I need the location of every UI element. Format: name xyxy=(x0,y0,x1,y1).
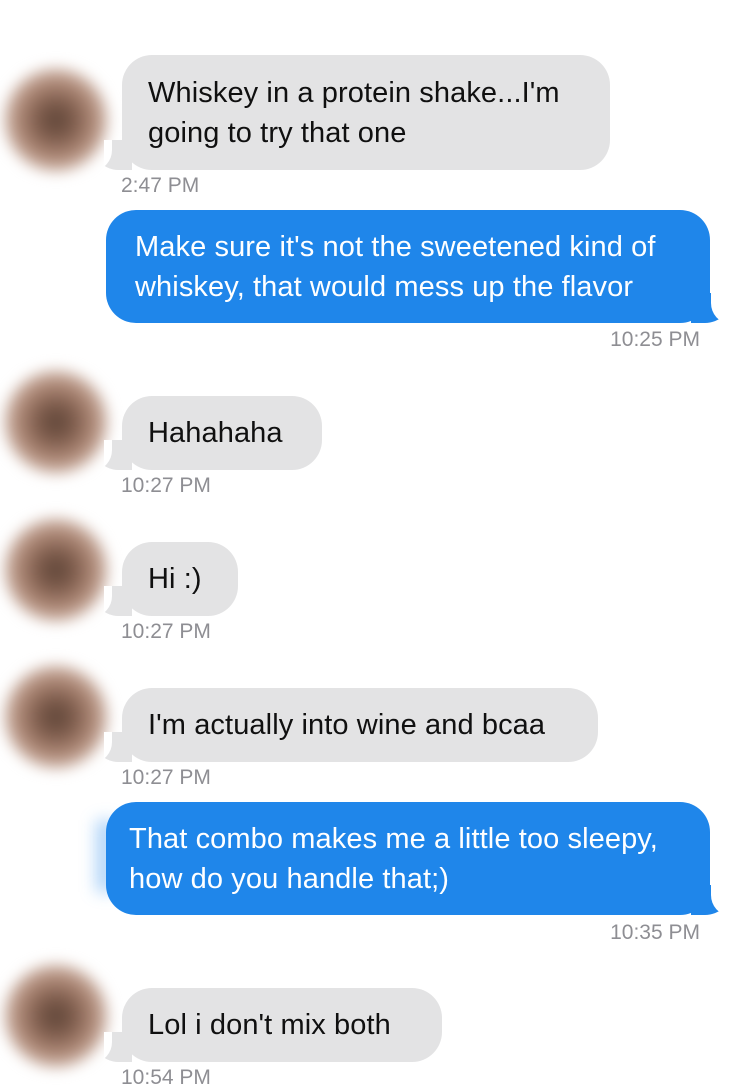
message-timestamp: 10:54 PM xyxy=(121,1066,211,1089)
incoming-bubble-tail xyxy=(104,140,132,170)
incoming-bubble-tail xyxy=(104,586,132,616)
incoming-message-bubble[interactable]: Whiskey in a protein shake...I'm going t… xyxy=(122,55,610,170)
incoming-message-bubble[interactable]: Hahahaha xyxy=(122,396,322,470)
contact-avatar[interactable] xyxy=(4,665,108,769)
incoming-bubble-tail xyxy=(104,732,132,762)
message-timestamp: 10:27 PM xyxy=(121,474,211,497)
outgoing-message-bubble[interactable]: That combo makes me a little too sleepy,… xyxy=(106,802,710,915)
message-timestamp: 10:35 PM xyxy=(610,921,700,944)
incoming-message-bubble[interactable]: I'm actually into wine and bcaa xyxy=(122,688,598,762)
outgoing-message-bubble[interactable]: Make sure it's not the sweetened kind of… xyxy=(106,210,710,323)
message-timestamp: 2:47 PM xyxy=(121,174,200,197)
contact-avatar[interactable] xyxy=(4,68,108,172)
outgoing-bubble-tail xyxy=(691,293,721,323)
message-timestamp: 10:27 PM xyxy=(121,766,211,789)
contact-avatar[interactable] xyxy=(4,370,108,474)
incoming-message-bubble[interactable]: Hi :) xyxy=(122,542,238,616)
contact-avatar[interactable] xyxy=(4,518,108,622)
message-thread: Whiskey in a protein shake...I'm going t… xyxy=(0,0,750,1090)
incoming-message-bubble[interactable]: Lol i don't mix both xyxy=(122,988,442,1062)
contact-avatar[interactable] xyxy=(4,964,108,1068)
incoming-bubble-tail xyxy=(104,440,132,470)
message-timestamp: 10:25 PM xyxy=(610,328,700,351)
message-timestamp: 10:27 PM xyxy=(121,620,211,643)
outgoing-bubble-tail xyxy=(691,885,721,915)
incoming-bubble-tail xyxy=(104,1032,132,1062)
